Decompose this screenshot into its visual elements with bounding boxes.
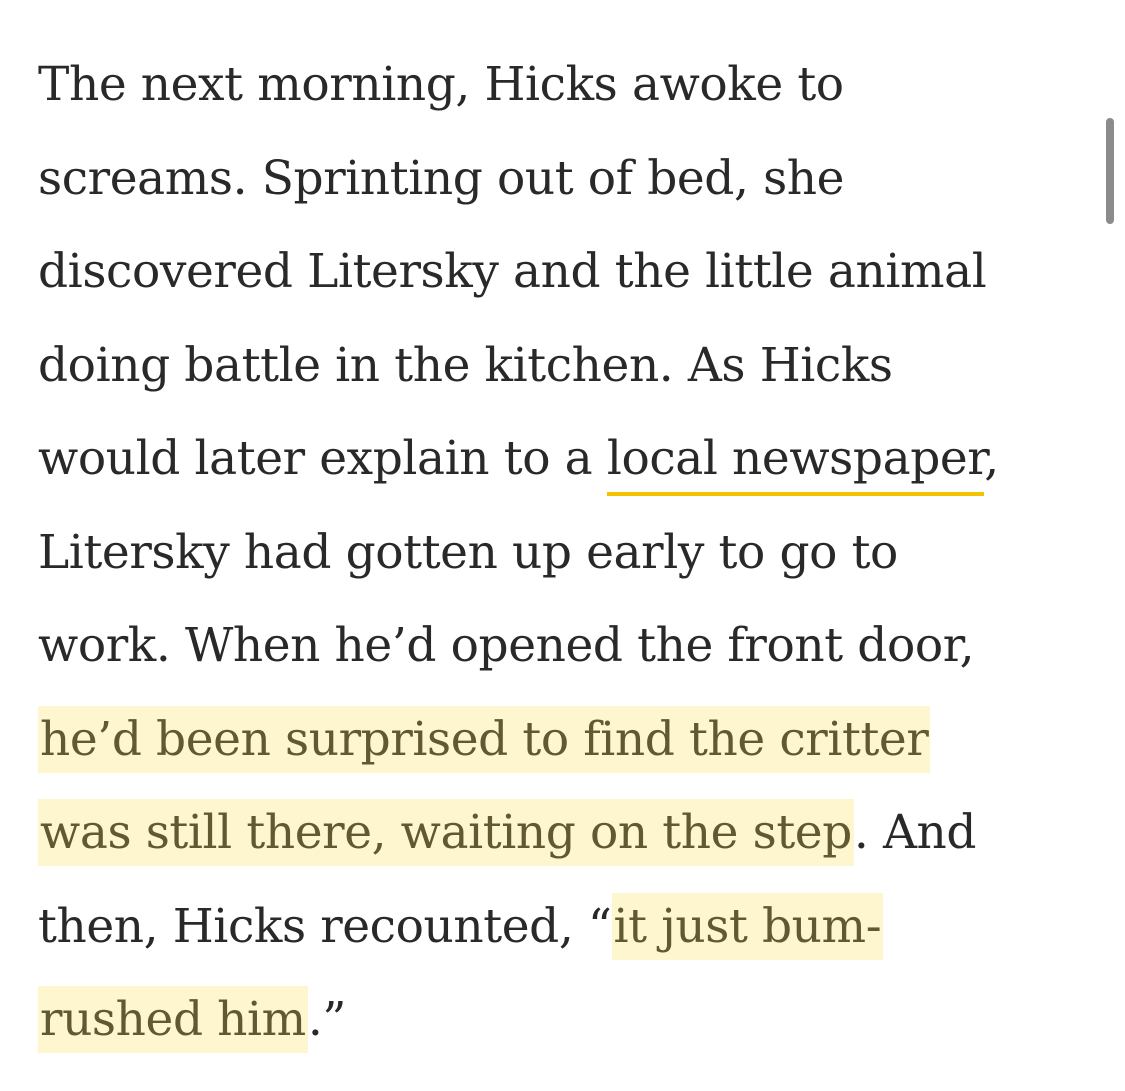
text-segment: discovered Litersky and the little anima… [38,244,987,299]
text-line: he’d been surprised to find the critter [38,693,1078,787]
text-line: The next morning, Hicks awoke to [38,38,1078,132]
text-segment: The next morning, Hicks awoke to [38,57,844,112]
text-line: would later explain to a local newspaper… [38,412,1078,506]
text-segment: , [984,431,999,486]
article-paragraph: The next morning, Hicks awoke to screams… [38,38,1078,1067]
highlighted-text[interactable]: was still there, waiting on the step [38,799,854,866]
text-line: doing battle in the kitchen. As Hicks [38,319,1078,413]
text-segment: would later explain to a [38,431,607,486]
highlighted-text[interactable]: rushed him [38,986,308,1053]
text-segment: doing battle in the kitchen. As Hicks [38,337,893,393]
highlighted-text[interactable]: he’d been surprised to find the critter [38,705,931,773]
scrollbar-thumb[interactable] [1106,118,1114,224]
text-line: work. When he’d opened the front door, [38,599,1078,693]
text-segment: work. When he’d opened the front door, [38,618,975,673]
text-segment: Litersky had gotten up early to go to [38,524,898,580]
highlighted-text[interactable]: it just bum- [611,892,884,960]
text-line: discovered Litersky and the little anima… [38,225,1078,319]
text-line: Litersky had gotten up early to go to [38,506,1078,600]
text-line: screams. Sprinting out of bed, she [38,132,1078,226]
local-newspaper-link[interactable]: local newspaper [606,431,985,496]
text-line: rushed him.” [38,973,1078,1067]
text-line: then, Hicks recounted, “it just bum- [38,880,1078,974]
text-segment: then, Hicks recounted, “ [38,898,612,954]
text-segment: screams. Sprinting out of bed, she [38,150,845,206]
text-line: was still there, waiting on the step. An… [38,786,1078,880]
text-segment: . And [853,805,977,860]
text-segment: .” [307,992,347,1047]
